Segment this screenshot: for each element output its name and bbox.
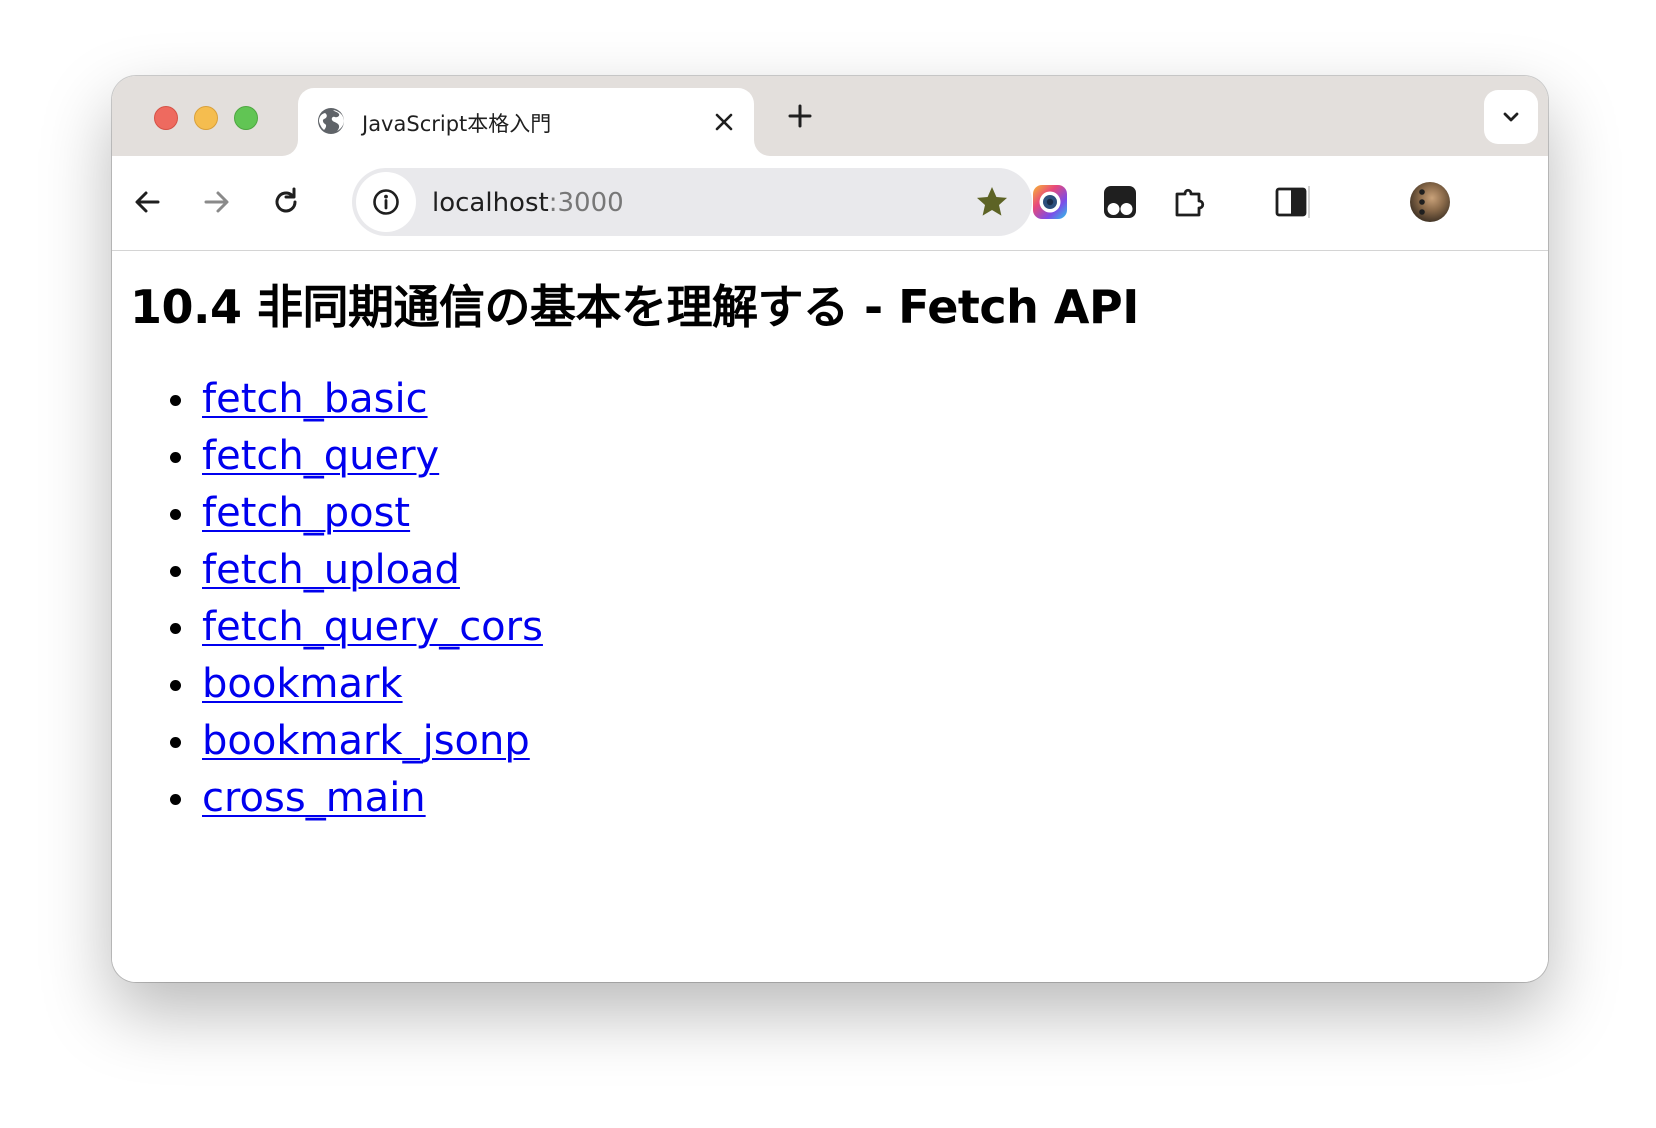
browser-window: JavaScript本格入門 localhost:3000 10.4 非同期通信… (112, 76, 1548, 982)
list-bullet (170, 395, 181, 406)
link-fetch-query[interactable]: fetch_query (202, 433, 439, 479)
link-fetch-upload[interactable]: fetch_upload (202, 547, 460, 593)
tampermonkey-extension-icon[interactable] (1100, 182, 1140, 222)
close-tab-icon[interactable] (712, 110, 736, 134)
link-list: fetch_basic fetch_query fetch_post fetch… (132, 371, 543, 827)
active-tab[interactable]: JavaScript本格入門 (298, 88, 754, 156)
link-fetch-basic[interactable]: fetch_basic (202, 376, 428, 422)
list-item: fetch_basic (170, 371, 543, 428)
close-window-button[interactable] (154, 106, 178, 130)
link-cross-main[interactable]: cross_main (202, 775, 426, 821)
address-bar[interactable]: localhost:3000 (352, 168, 1032, 236)
extensions-puzzle-icon[interactable] (1170, 182, 1210, 222)
screenshot-stage: JavaScript本格入門 localhost:3000 10.4 非同期通信… (0, 0, 1656, 1128)
list-item: bookmark_jsonp (170, 713, 543, 770)
globe-icon (318, 108, 344, 134)
list-item: fetch_post (170, 485, 543, 542)
reload-icon[interactable] (268, 184, 304, 220)
side-panel-icon[interactable] (1272, 184, 1310, 220)
list-bullet (170, 794, 181, 805)
page-content: 10.4 非同期通信の基本を理解する - Fetch API fetch_bas… (112, 251, 1548, 982)
list-bullet (170, 452, 181, 463)
tab-strip: JavaScript本格入門 (112, 76, 1548, 156)
link-fetch-query-cors[interactable]: fetch_query_cors (202, 604, 543, 650)
list-item: fetch_query (170, 428, 543, 485)
page-title: 10.4 非同期通信の基本を理解する - Fetch API (130, 280, 1139, 334)
site-info-button[interactable] (356, 172, 416, 232)
list-item: cross_main (170, 770, 543, 827)
list-bullet (170, 680, 181, 691)
browser-toolbar: localhost:3000 (112, 156, 1548, 251)
kebab-menu-icon[interactable] (1404, 184, 1440, 220)
list-bullet (170, 509, 181, 520)
list-bullet (170, 737, 181, 748)
url-host: localhost (432, 188, 549, 218)
zoom-window-button[interactable] (234, 106, 258, 130)
list-bullet (170, 623, 181, 634)
tab-title: JavaScript本格入門 (362, 112, 552, 136)
site-info-icon (373, 189, 399, 215)
bookmark-star-icon[interactable] (974, 184, 1010, 220)
url-port: :3000 (548, 188, 624, 218)
url-text[interactable]: localhost:3000 (432, 188, 624, 218)
minimize-window-button[interactable] (194, 106, 218, 130)
link-bookmark-jsonp[interactable]: bookmark_jsonp (202, 718, 530, 764)
list-item: bookmark (170, 656, 543, 713)
link-bookmark[interactable]: bookmark (202, 661, 403, 707)
new-tab-icon[interactable] (784, 100, 816, 132)
color-picker-extension-icon[interactable] (1030, 182, 1070, 222)
list-bullet (170, 566, 181, 577)
tab-search-button[interactable] (1484, 90, 1538, 144)
chevron-down-icon (1503, 112, 1519, 122)
link-fetch-post[interactable]: fetch_post (202, 490, 410, 536)
list-item: fetch_upload (170, 542, 543, 599)
back-arrow-icon[interactable] (130, 184, 166, 220)
list-item: fetch_query_cors (170, 599, 543, 656)
forward-arrow-icon[interactable] (198, 184, 234, 220)
